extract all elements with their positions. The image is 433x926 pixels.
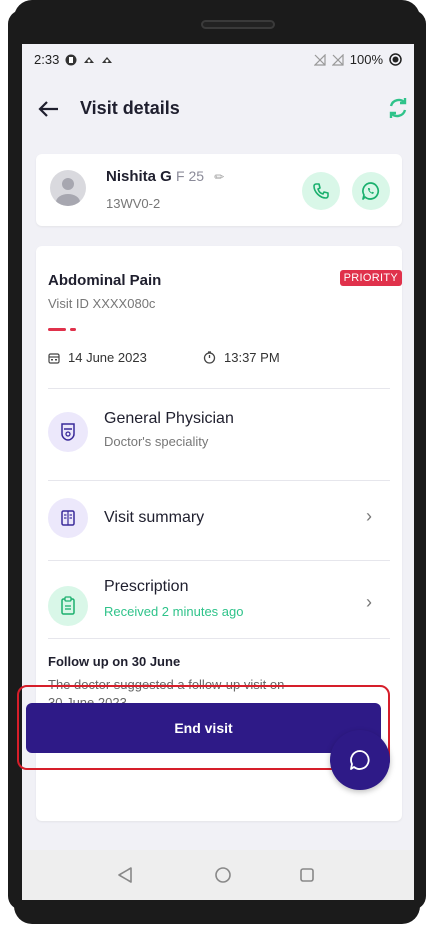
priority-badge: PRIORITY [339, 270, 402, 286]
no-signal-icon [331, 53, 344, 66]
doctor-speciality-subtitle: Doctor's speciality [104, 434, 209, 449]
page-title: Visit details [80, 98, 180, 118]
divider [48, 480, 390, 481]
status-bar: 2:33 100% [22, 44, 414, 76]
battery-icon [389, 53, 402, 66]
summary-icon-wrap [48, 498, 88, 538]
visit-time-text: 13:37 PM [224, 350, 280, 365]
phone-icon [313, 183, 329, 199]
whatsapp-icon [362, 182, 380, 200]
visit-date: 14 June 2023 [48, 350, 147, 365]
app-bar: Visit details [22, 84, 414, 134]
nav-home-icon[interactable] [214, 866, 232, 884]
nav-back-icon[interactable] [117, 866, 133, 884]
chevron-right-icon: › [366, 506, 372, 526]
chief-complaint: Abdominal Pain [48, 272, 162, 289]
no-signal-icon [313, 53, 326, 66]
prescription-row[interactable]: Prescription Received 2 minutes ago › [48, 578, 390, 632]
doctor-speciality-row: General Physician Doctor's speciality [48, 406, 390, 462]
visit-date-text: 14 June 2023 [68, 350, 147, 365]
clipboard-icon [61, 596, 75, 615]
clock-icon [203, 351, 216, 364]
whatsapp-button[interactable] [352, 172, 390, 210]
patient-id: 13WV0-2 [106, 196, 161, 211]
status-left: 2:33 [34, 52, 113, 67]
notification-icon [84, 56, 95, 63]
chevron-right-icon: › [366, 592, 372, 612]
patient-gender-age: F 25 [176, 168, 205, 184]
chat-icon [350, 750, 370, 770]
patient-card[interactable]: Nishita G F 25 ✏ 13WV0-2 [36, 154, 402, 226]
call-button[interactable] [302, 172, 340, 210]
patient-name-row: Nishita G F 25 ✏ [106, 168, 224, 185]
device-bezel-bottom [14, 896, 420, 924]
prescription-icon-wrap [48, 586, 88, 626]
device-frame: 2:33 100% Visit details Nishita G F 25 ✏… [0, 0, 433, 926]
doctor-badge-icon [61, 423, 75, 441]
visit-summary-row[interactable]: Visit summary › [48, 498, 390, 542]
system-nav-bar [22, 850, 414, 900]
chat-fab[interactable] [330, 730, 390, 790]
notification-icon [65, 54, 77, 65]
doctor-icon-wrap [48, 412, 88, 452]
back-arrow-icon[interactable] [36, 96, 62, 122]
calendar-icon [48, 352, 60, 364]
prescription-label: Prescription [104, 578, 189, 595]
doctor-speciality-title: General Physician [104, 410, 234, 427]
follow-up-title: Follow up on 30 June [48, 654, 181, 669]
patient-name: Nishita G [106, 168, 172, 185]
edit-pencil-icon[interactable]: ✏ [214, 170, 224, 184]
visit-summary-label: Visit summary [104, 509, 205, 526]
divider [48, 560, 390, 561]
battery-percentage: 100% [349, 52, 383, 67]
user-avatar-icon [56, 178, 80, 206]
status-right: 100% [313, 52, 402, 67]
speaker-grille [201, 20, 275, 29]
document-icon [61, 510, 75, 526]
device-bezel-top [14, 0, 420, 46]
divider [48, 388, 390, 389]
nav-recents-icon[interactable] [299, 867, 315, 883]
visit-id: Visit ID XXXX080c [48, 296, 156, 311]
prescription-status: Received 2 minutes ago [104, 604, 244, 619]
notification-icon [102, 56, 113, 63]
visit-time: 13:37 PM [203, 350, 280, 365]
divider [48, 638, 390, 639]
refresh-icon[interactable] [386, 96, 410, 120]
avatar [50, 170, 86, 206]
status-time: 2:33 [34, 52, 60, 67]
visit-datetime: 14 June 2023 13:37 PM [48, 350, 388, 370]
